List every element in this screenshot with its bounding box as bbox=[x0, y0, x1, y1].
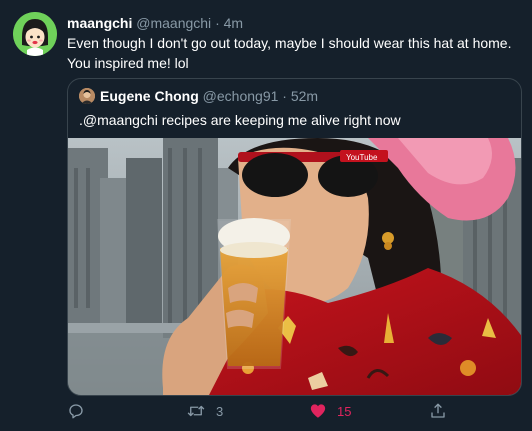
person-photo-icon bbox=[79, 88, 95, 104]
tweet-actions: 3 15 bbox=[0, 399, 532, 423]
quoted-author-handle[interactable]: @echong91 bbox=[203, 88, 279, 104]
like-button[interactable]: 15 bbox=[309, 399, 351, 423]
share-icon bbox=[431, 403, 445, 418]
quoted-author-avatar[interactable] bbox=[79, 88, 95, 104]
tweet[interactable]: maangchi @maangchi · 4m Even though I do… bbox=[0, 0, 532, 431]
header-separator: · bbox=[215, 15, 220, 31]
quoted-tweet-text: .@maangchi recipes are keeping me alive … bbox=[79, 112, 401, 128]
sunglasses-logo-text: YouTube bbox=[346, 153, 378, 162]
photo-woman-drinking-beer: YouTube bbox=[68, 138, 521, 395]
reply-icon bbox=[69, 404, 83, 419]
tweet-header: maangchi @maangchi · 4m bbox=[67, 14, 243, 32]
retweet-icon bbox=[187, 405, 205, 417]
author-name[interactable]: maangchi bbox=[67, 15, 132, 31]
quoted-tweet-photo[interactable]: YouTube bbox=[68, 138, 521, 395]
like-count: 15 bbox=[337, 403, 352, 419]
tweet-text: Even though I don't go out today, maybe … bbox=[67, 35, 512, 71]
author-handle[interactable]: @maangchi bbox=[136, 15, 211, 31]
quoted-author-name[interactable]: Eugene Chong bbox=[100, 88, 199, 104]
cartoon-face-icon bbox=[13, 12, 57, 56]
tweet-timestamp[interactable]: 4m bbox=[224, 15, 243, 31]
retweet-count: 3 bbox=[216, 403, 224, 419]
quoted-tweet[interactable]: Eugene Chong @echong91 · 52m .@maangchi … bbox=[67, 78, 522, 396]
quoted-header: Eugene Chong @echong91 · 52m bbox=[100, 87, 318, 105]
reply-button[interactable] bbox=[67, 399, 85, 423]
share-button[interactable] bbox=[429, 399, 447, 423]
author-avatar[interactable] bbox=[13, 12, 57, 56]
quoted-timestamp[interactable]: 52m bbox=[291, 88, 318, 104]
retweet-button[interactable]: 3 bbox=[186, 399, 223, 423]
quoted-header-separator: · bbox=[282, 88, 287, 104]
heart-icon bbox=[310, 404, 326, 418]
